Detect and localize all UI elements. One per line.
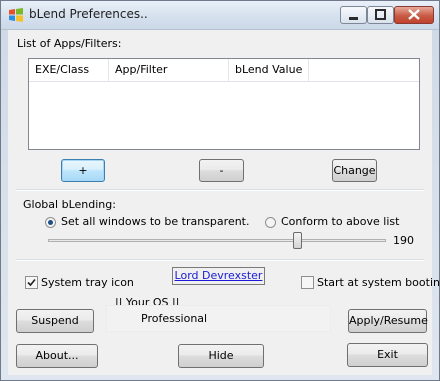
transparency-value: 190 <box>393 234 414 247</box>
about-button[interactable]: About... <box>16 344 98 368</box>
window-title: bLend Preferences.. <box>29 7 148 21</box>
startup-checkbox[interactable] <box>301 276 314 289</box>
change-button[interactable]: Change <box>332 159 377 182</box>
client-area: List of Apps/Filters: EXE/Class App/Filt… <box>8 30 440 375</box>
remove-button[interactable]: - <box>199 159 244 182</box>
windows-logo-icon <box>8 7 24 23</box>
divider <box>16 189 424 191</box>
radio-all-windows-label[interactable]: Set all windows to be transparent. <box>61 215 250 228</box>
radio-conform-list[interactable] <box>265 217 276 228</box>
startup-label[interactable]: Start at system booting. <box>317 276 440 289</box>
column-blend-value[interactable]: bLend Value <box>229 59 309 81</box>
maximize-button[interactable] <box>367 6 394 24</box>
apps-section-label: List of Apps/Filters: <box>17 37 122 50</box>
apps-list-header: EXE/Class App/Filter bLend Value <box>29 59 419 82</box>
add-button[interactable]: + <box>61 159 105 182</box>
global-blending-label: Global bLending: <box>23 198 116 211</box>
system-tray-label[interactable]: System tray icon <box>41 276 134 289</box>
author-link[interactable]: Lord Devrexster <box>172 267 265 285</box>
column-exe-class[interactable]: EXE/Class <box>29 59 109 81</box>
preferences-window: bLend Preferences.. List of Apps/Filters… <box>0 0 440 381</box>
radio-conform-list-label[interactable]: Conform to above list <box>281 215 399 228</box>
radio-all-windows[interactable] <box>45 217 56 228</box>
suspend-button[interactable]: Suspend <box>16 309 94 333</box>
os-value: Professional <box>141 312 208 325</box>
title-bar[interactable]: bLend Preferences.. <box>1 1 439 30</box>
minimize-icon <box>349 17 358 20</box>
minimize-button[interactable] <box>340 6 367 24</box>
close-button[interactable] <box>394 6 434 24</box>
radio-selected-dot <box>48 220 53 225</box>
system-tray-checkbox[interactable] <box>25 276 38 289</box>
divider <box>16 259 424 261</box>
os-info-box: Professional <box>106 305 331 332</box>
column-app-filter[interactable]: App/Filter <box>109 59 229 81</box>
apps-list[interactable]: EXE/Class App/Filter bLend Value <box>28 58 420 150</box>
exit-button[interactable]: Exit <box>347 343 428 367</box>
transparency-slider-track[interactable] <box>48 239 386 242</box>
close-icon <box>408 9 420 20</box>
transparency-slider-thumb[interactable] <box>293 232 303 249</box>
apply-resume-button[interactable]: Apply/Resume <box>348 309 428 333</box>
hide-button[interactable]: Hide <box>178 344 264 368</box>
checkmark-icon <box>27 278 36 287</box>
maximize-icon <box>375 9 386 20</box>
